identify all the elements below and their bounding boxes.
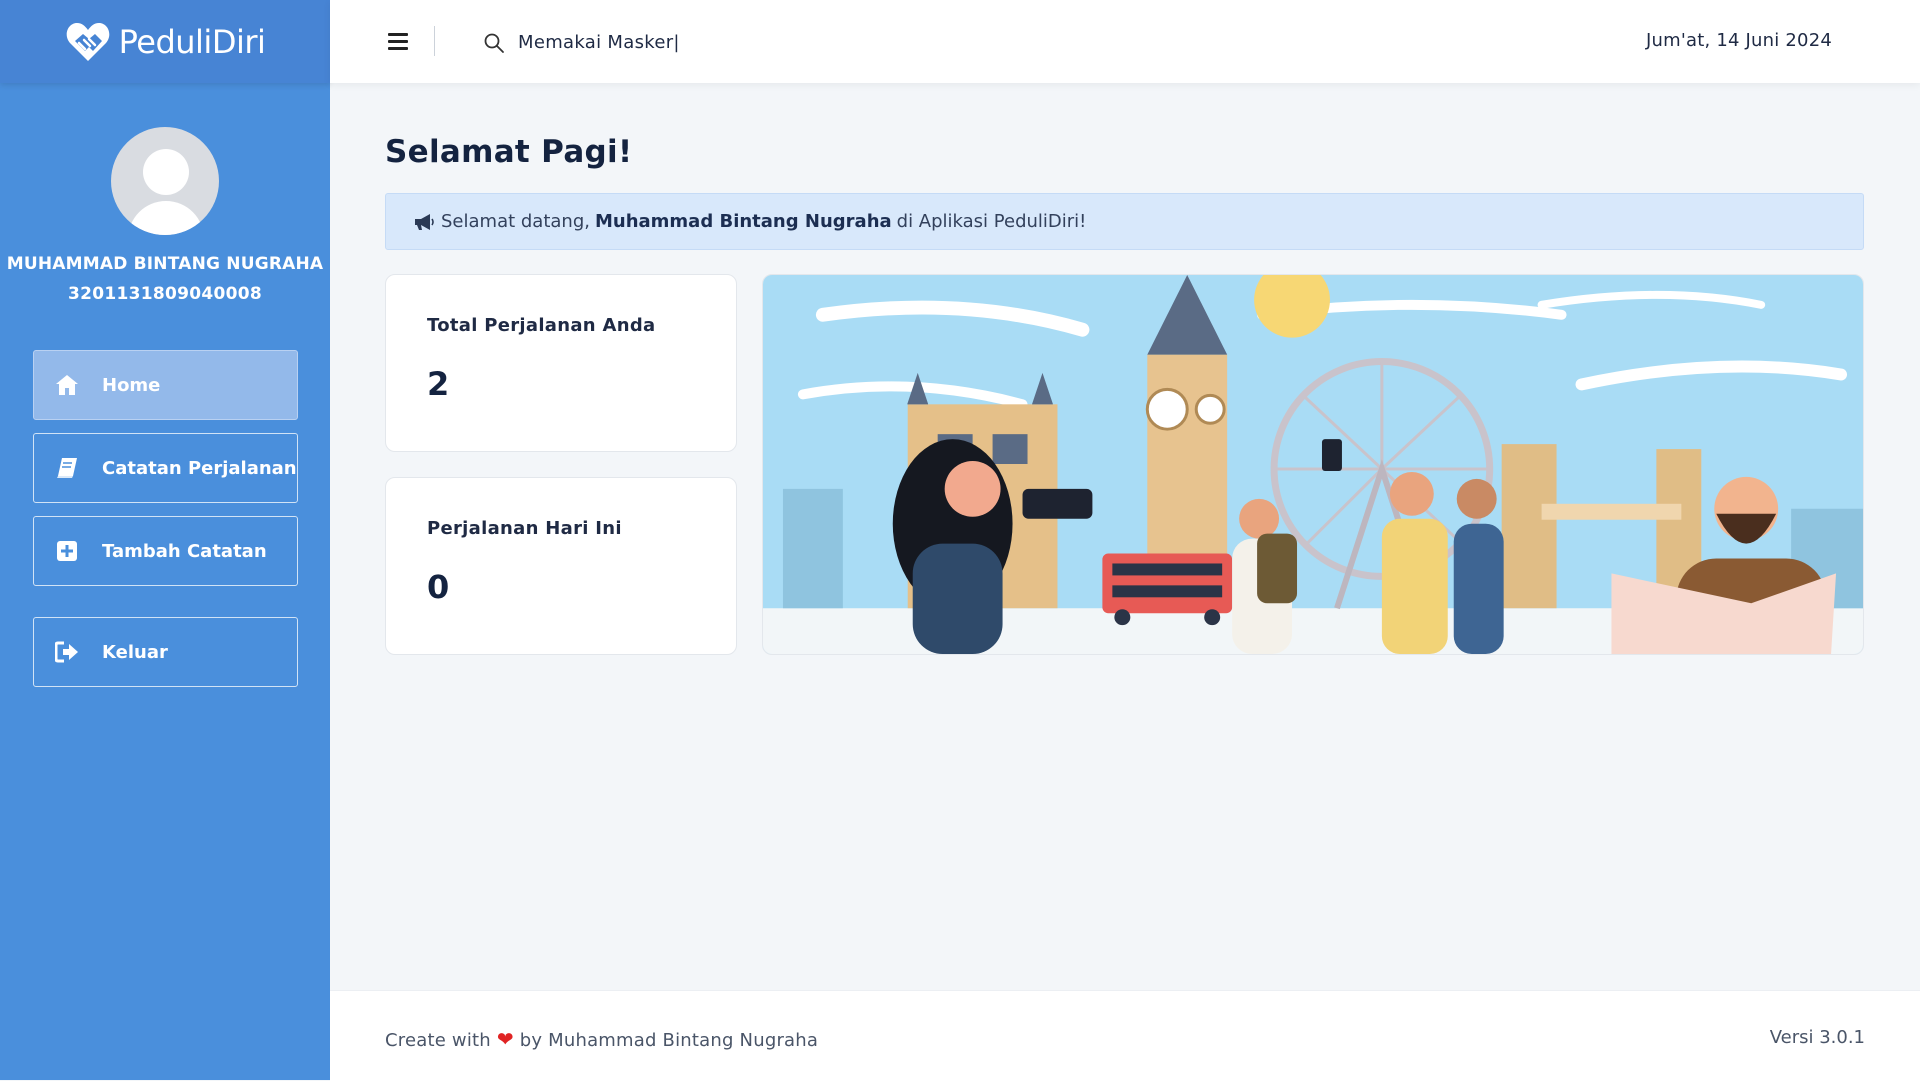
sidebar-item-tambah-catatan[interactable]: Tambah Catatan [33,516,298,586]
topbar: Jum'at, 14 Juni 2024 [330,0,1920,83]
app-version: Versi 3.0.1 [1769,1027,1865,1048]
user-profile: MUHAMMAD BINTANG NUGRAHA 320113180904000… [0,83,330,304]
bullhorn-icon [415,213,434,230]
stat-card-today: Perjalanan Hari Ini 0 [385,477,737,655]
sidebar-item-label: Catatan Perjalanan [102,457,297,479]
search-input[interactable] [516,26,920,58]
plus-square-icon [54,539,80,563]
user-nik: 3201131809040008 [67,284,263,304]
sidebar-item-label: Tambah Catatan [102,540,267,562]
sidebar-item-catatan-perjalanan[interactable]: Catatan Perjalanan [33,433,298,503]
stat-value: 2 [427,365,450,403]
heart-icon: ❤ [496,1027,514,1051]
divider [434,26,435,56]
stat-label: Perjalanan Hari Ini [427,518,622,539]
user-name: MUHAMMAD BINTANG NUGRAHA [6,254,324,274]
footer-credit: Create with ❤ by Muhammad Bintang Nugrah… [385,1027,818,1051]
travel-illustration [762,274,1864,655]
footer-suffix: by Muhammad Bintang Nugraha [519,1030,819,1051]
sidebar-item-home[interactable]: Home [33,350,298,420]
home-icon [54,373,80,397]
book-icon [54,456,80,480]
menu-toggle-icon[interactable] [388,33,408,50]
brand[interactable]: PeduliDiri [0,0,330,83]
search-icon [484,33,504,53]
alert-user-name: Muhammad Bintang Nugraha [594,211,892,232]
footer: Create with ❤ by Muhammad Bintang Nugrah… [330,990,1920,1081]
footer-prefix: Create with [385,1030,491,1051]
stat-card-total: Total Perjalanan Anda 2 [385,274,737,452]
brand-name: PeduliDiri [118,22,266,61]
sidebar-item-keluar[interactable]: Keluar [33,617,298,687]
avatar [111,127,219,235]
sidebar-item-label: Keluar [102,641,168,663]
alert-suffix: di Aplikasi PeduliDiri! [896,211,1087,232]
alert-prefix: Selamat datang, [441,211,590,232]
sidebar-item-label: Home [102,374,161,396]
sign-out-icon [54,640,80,664]
welcome-alert: Selamat datang, Muhammad Bintang Nugraha… [385,193,1864,250]
page-title: Selamat Pagi! [385,134,633,170]
sidebar: PeduliDiri MUHAMMAD BINTANG NUGRAHA 3201… [0,0,330,1080]
stat-label: Total Perjalanan Anda [427,315,656,336]
stat-value: 0 [427,568,450,606]
sidebar-nav: Home Catatan Perjalanan Tambah Catatan K… [33,350,298,700]
current-date: Jum'at, 14 Juni 2024 [1645,30,1832,51]
handshake-heart-icon [66,22,109,61]
